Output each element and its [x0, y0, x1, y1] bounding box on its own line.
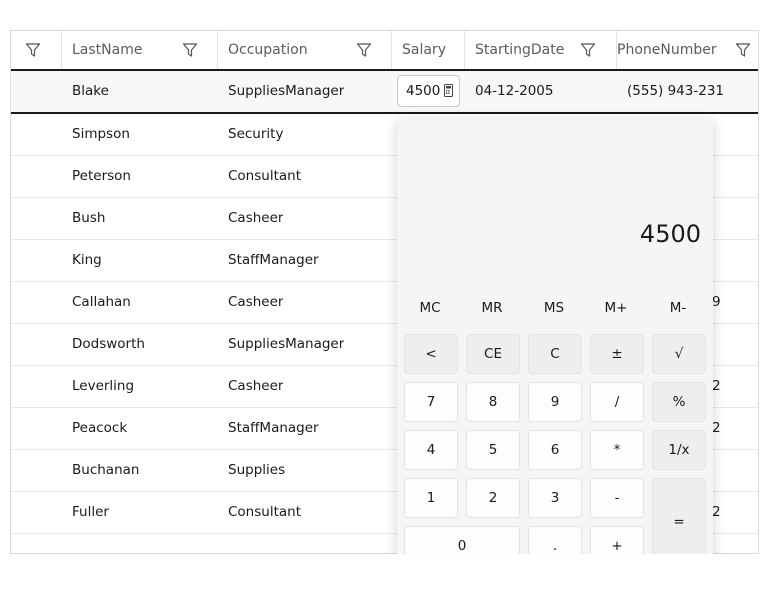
column-header-label: Salary — [402, 42, 446, 58]
filter-icon[interactable] — [182, 42, 198, 58]
cell-lastname[interactable]: King — [72, 240, 102, 281]
plus-minus-button[interactable]: ± — [590, 334, 644, 374]
salary-calculator-editor[interactable]: 4500 — [397, 75, 460, 107]
reciprocal-button[interactable]: 1/x — [652, 430, 706, 470]
cell-startingdate[interactable]: 04-12-2005 — [475, 71, 553, 112]
digit-5-button[interactable]: 5 — [466, 430, 520, 470]
cell-phonenumber[interactable]: 2 — [712, 492, 721, 533]
cell-lastname[interactable]: Buchanan — [72, 450, 139, 491]
calculator-popup: 4500 MC MR MS M+ M- < CE C ± √ 7 8 9 / %… — [397, 117, 713, 554]
cell-lastname[interactable]: Callahan — [72, 282, 131, 323]
square-root-button[interactable]: √ — [652, 334, 706, 374]
cell-phonenumber[interactable]: 2 — [712, 408, 721, 449]
digit-2-button[interactable]: 2 — [466, 478, 520, 518]
column-header-indicator[interactable] — [11, 31, 62, 69]
column-header-occupation[interactable]: Occupation — [218, 31, 392, 69]
table-row-selected[interactable]: Blake SuppliesManager 4500 04-12-2005 (5… — [11, 71, 758, 114]
cell-lastname[interactable]: Peacock — [72, 408, 127, 449]
cell-phonenumber[interactable]: 9 — [712, 282, 721, 323]
cell-occupation[interactable]: Consultant — [228, 156, 301, 197]
cell-occupation[interactable]: Casheer — [228, 198, 283, 239]
column-header-salary[interactable]: Salary — [392, 31, 465, 69]
decimal-button[interactable]: . — [528, 526, 582, 554]
digit-7-button[interactable]: 7 — [404, 382, 458, 422]
digit-9-button[interactable]: 9 — [528, 382, 582, 422]
filter-icon[interactable] — [25, 42, 41, 58]
filter-icon[interactable] — [356, 42, 372, 58]
grid-header: LastName Occupation Salary StartingDate … — [11, 31, 758, 71]
column-header-label: StartingDate — [475, 42, 565, 58]
memory-add-button[interactable]: M+ — [588, 300, 644, 316]
backspace-button[interactable]: < — [404, 334, 458, 374]
cell-occupation[interactable]: StaffManager — [228, 408, 319, 449]
filter-icon[interactable] — [580, 42, 596, 58]
cell-occupation[interactable]: Security — [228, 114, 283, 155]
viewport: LastName Occupation Salary StartingDate … — [0, 0, 770, 554]
calculator-display: 4500 — [639, 220, 701, 248]
cell-occupation[interactable]: SuppliesManager — [228, 324, 344, 365]
cell-lastname[interactable]: Bush — [72, 198, 105, 239]
multiply-button[interactable]: * — [590, 430, 644, 470]
cell-lastname[interactable]: Leverling — [72, 366, 134, 407]
memory-clear-button[interactable]: MC — [402, 300, 458, 316]
salary-value: 4500 — [406, 83, 441, 99]
calculator-icon[interactable] — [444, 84, 453, 97]
cell-occupation[interactable]: Casheer — [228, 366, 283, 407]
digit-0-button[interactable]: 0 — [404, 526, 520, 554]
column-header-label: LastName — [72, 42, 143, 58]
memory-recall-button[interactable]: MR — [464, 300, 520, 316]
digit-4-button[interactable]: 4 — [404, 430, 458, 470]
cell-lastname[interactable]: Dodsworth — [72, 324, 145, 365]
equals-button[interactable]: = — [652, 478, 706, 554]
cell-lastname[interactable]: Simpson — [72, 114, 130, 155]
cell-occupation[interactable]: SuppliesManager — [228, 71, 344, 112]
memory-subtract-button[interactable]: M- — [650, 300, 706, 316]
digit-3-button[interactable]: 3 — [528, 478, 582, 518]
column-header-phonenumber[interactable]: PhoneNumber — [617, 31, 758, 69]
cell-occupation[interactable]: Supplies — [228, 450, 285, 491]
digit-6-button[interactable]: 6 — [528, 430, 582, 470]
memory-store-button[interactable]: MS — [526, 300, 582, 316]
add-button[interactable]: + — [590, 526, 644, 554]
column-header-label: PhoneNumber — [617, 42, 717, 58]
clear-entry-button[interactable]: CE — [466, 334, 520, 374]
cell-occupation[interactable]: Consultant — [228, 492, 301, 533]
cell-phonenumber[interactable]: (555) 943-231 — [627, 71, 724, 112]
column-header-label: Occupation — [228, 42, 308, 58]
cell-occupation[interactable]: Casheer — [228, 282, 283, 323]
column-header-lastname[interactable]: LastName — [62, 31, 218, 69]
subtract-button[interactable]: - — [590, 478, 644, 518]
divide-button[interactable]: / — [590, 382, 644, 422]
cell-lastname[interactable]: Peterson — [72, 156, 131, 197]
cell-occupation[interactable]: StaffManager — [228, 240, 319, 281]
clear-button[interactable]: C — [528, 334, 582, 374]
cell-lastname[interactable]: Fuller — [72, 492, 109, 533]
digit-1-button[interactable]: 1 — [404, 478, 458, 518]
digit-8-button[interactable]: 8 — [466, 382, 520, 422]
cell-lastname[interactable]: Blake — [72, 71, 109, 112]
cell-phonenumber[interactable]: 2 — [712, 366, 721, 407]
column-header-startingdate[interactable]: StartingDate — [465, 31, 617, 69]
percent-button[interactable]: % — [652, 382, 706, 422]
filter-icon[interactable] — [735, 42, 751, 58]
